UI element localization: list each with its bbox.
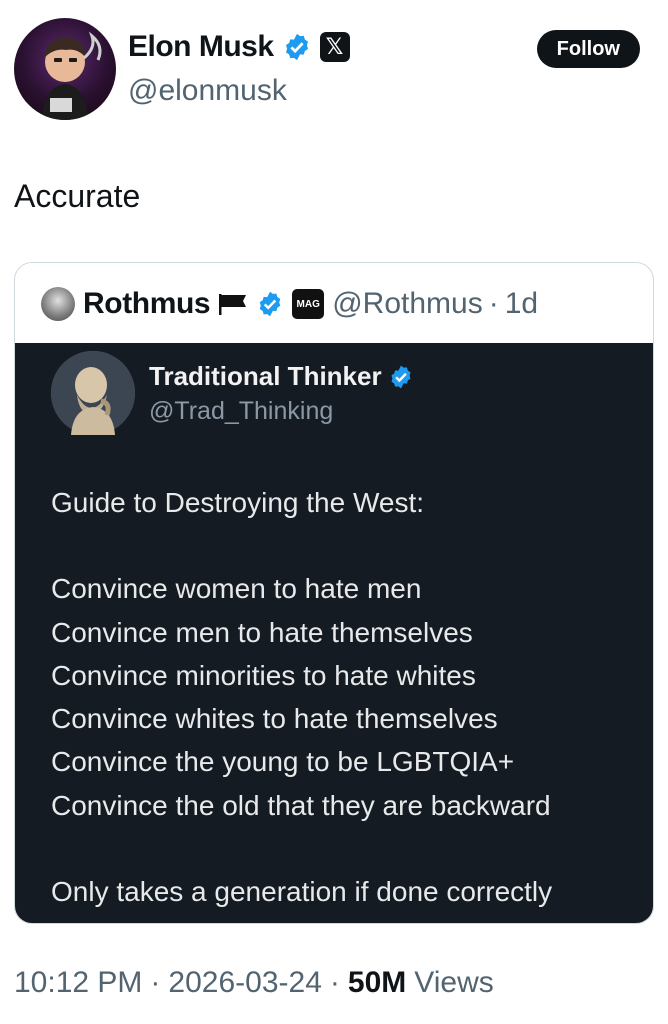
media-text-line: Convince minorities to hate whites [51,659,476,691]
x-logo-icon[interactable]: 𝕏 [319,32,350,62]
affiliation-badge-icon[interactable]: MAG [292,289,325,319]
quoted-tweet-header: Rothmus MAG @Rothmus · 1d [41,287,538,321]
media-text-body: Guide to Destroying the West: Convince wo… [51,481,641,913]
media-text-line: Convince whites to hate themselves [51,703,498,735]
media-text-line: Guide to Destroying the West: [51,487,424,518]
quoted-author-handle[interactable]: @Rothmus [332,287,483,321]
views-label: Views [414,966,494,999]
tweet-text: Accurate [14,178,141,214]
media-name-row: Traditional Thinker [149,361,414,392]
cartoon-avatar-icon [42,31,102,120]
verified-badge-icon [391,365,411,388]
separator-dot: · [150,966,161,999]
media-author-name: Traditional Thinker [149,361,382,391]
tweet-time[interactable]: 10:12 PM [14,966,142,1000]
verified-badge-icon [259,291,281,317]
media-text-line: Convince women to hate men [51,573,422,605]
separator-dot: · [488,287,499,320]
views-count[interactable]: 50M [348,966,406,1000]
quoted-tweet-time[interactable]: 1d [505,287,538,321]
media-text-spacer [51,524,641,567]
media-text-spacer [51,827,641,870]
media-text-line: Convince the old that they are backward [51,789,551,821]
separator-dot: · [329,966,340,999]
author-handle[interactable]: @elonmusk [128,74,287,108]
tweet-header: Elon Musk 𝕏 @elonmusk Follow [14,18,654,122]
media-text-line: Only takes a generation if done correctl… [51,876,553,908]
quoted-media-image[interactable]: Traditional Thinker @Trad_Thinking Guide… [15,343,653,923]
follow-button[interactable]: Follow [536,30,640,68]
verified-badge-icon [285,33,308,61]
author-avatar[interactable] [14,18,116,120]
tweet-meta: 10:12 PM · 2026-03-24 · 50M Views [14,966,494,1000]
black-flag-icon [219,294,247,315]
quoted-author-name[interactable]: Rothmus [83,287,211,321]
tweet-date[interactable]: 2026-03-24 [168,966,321,1000]
media-text-line: Convince men to hate themselves [51,616,473,648]
media-author-handle: @Trad_Thinking [149,397,334,425]
philosopher-bust-icon [51,351,135,435]
quoted-tweet-card[interactable]: Rothmus MAG @Rothmus · 1d Traditional Th… [14,262,654,924]
quoted-author-avatar[interactable] [41,287,75,321]
media-text-line: Convince the young to be LGBTQIA+ [51,746,515,778]
author-name-row: Elon Musk 𝕏 [128,30,350,64]
media-author-avatar [51,351,135,435]
author-name[interactable]: Elon Musk [128,30,274,64]
